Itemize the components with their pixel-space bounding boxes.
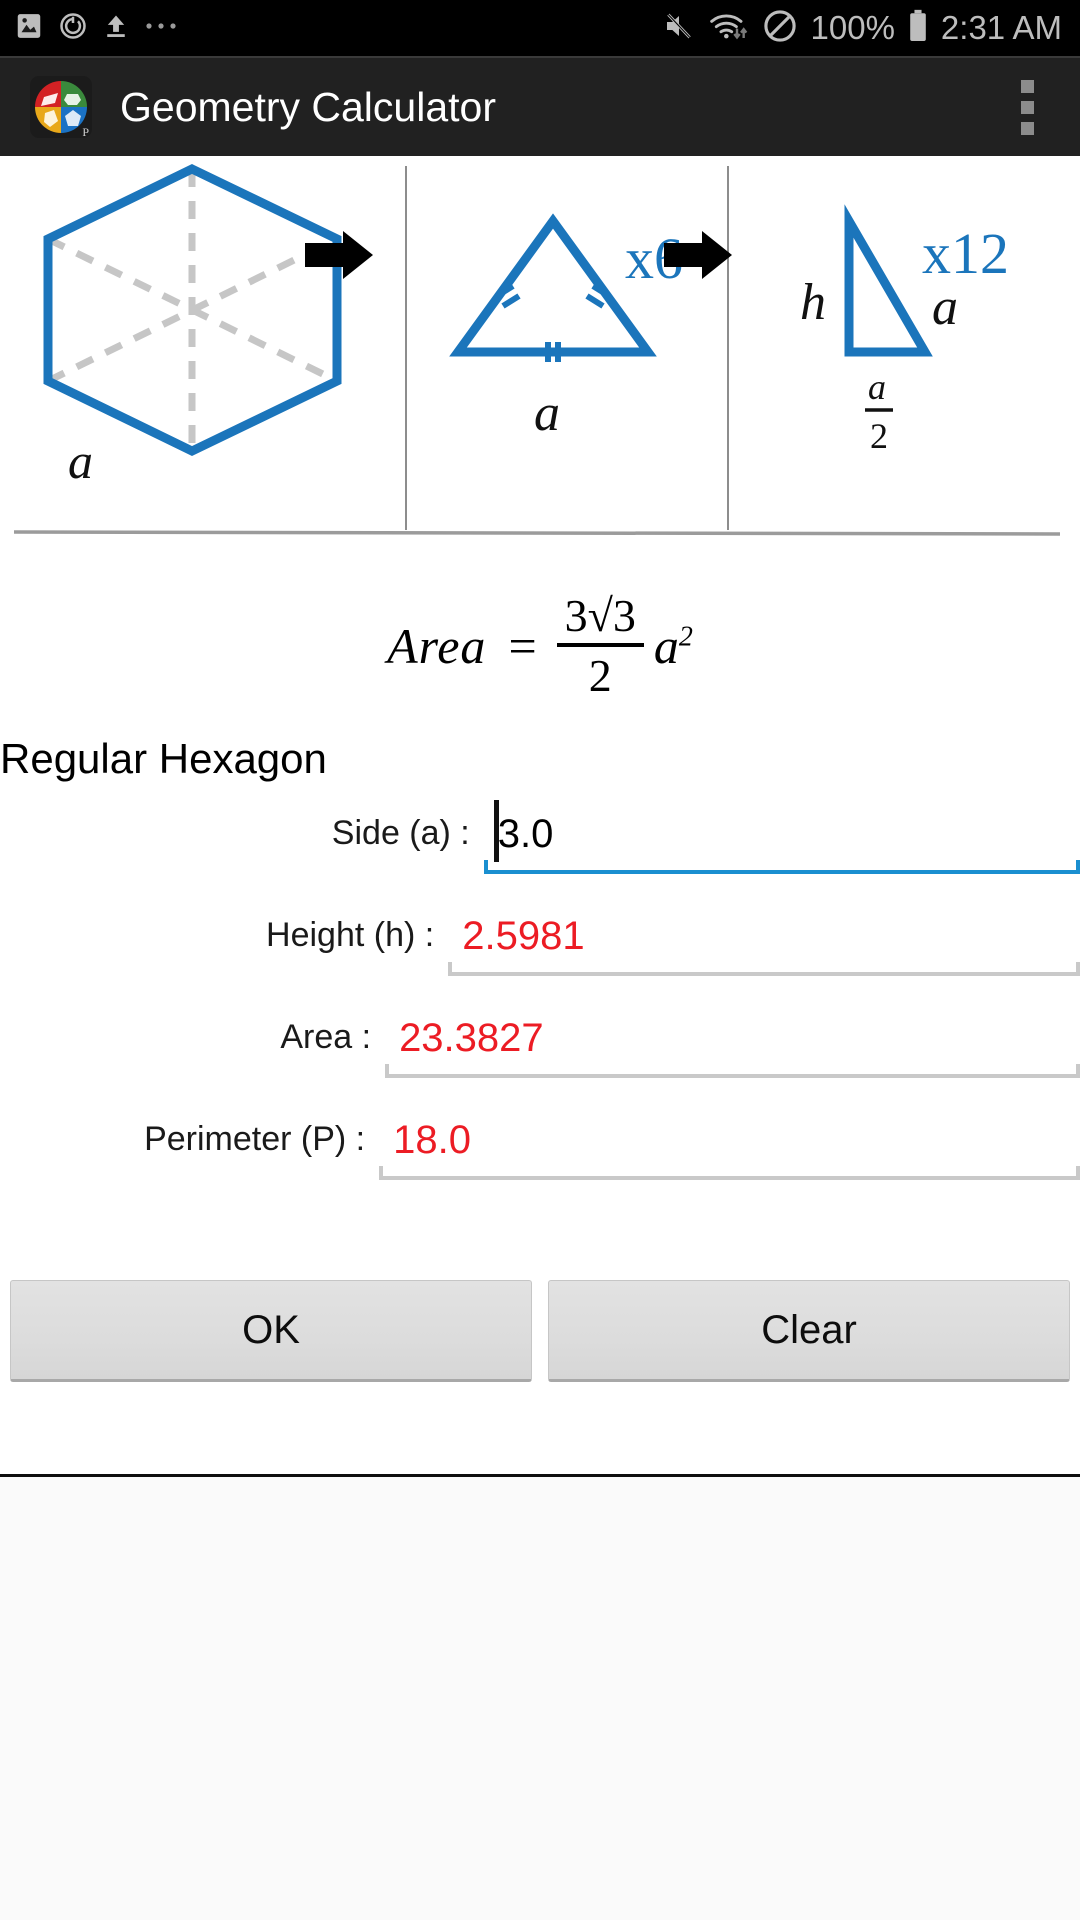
- formula-numerator: 3√3: [564, 590, 636, 641]
- action-buttons: OK Clear: [0, 1280, 1080, 1382]
- equilateral-triangle-shape: [449, 213, 657, 362]
- formula-equals: =: [508, 618, 537, 674]
- side-input-value: 3.0: [497, 812, 554, 856]
- input-underline: [385, 1064, 1080, 1078]
- area-output[interactable]: 23.3827: [385, 1004, 1080, 1078]
- clock-label: 2:31 AM: [940, 9, 1062, 46]
- area-formula: Area = 3√3 2 a2: [0, 586, 1080, 706]
- perimeter-field-label: Perimeter (P) :: [144, 1120, 366, 1158]
- upload-icon: [102, 11, 130, 46]
- app-screen: 100% 2:31 AM P Geometry Calculator a x6 …: [0, 0, 1080, 1920]
- shape-title: Regular Hexagon: [0, 735, 327, 782]
- height-field-label: Height (h) :: [266, 916, 435, 954]
- height-output-value: 2.5981: [462, 914, 585, 958]
- input-underline: [483, 860, 1080, 874]
- area-output-value: 23.3827: [399, 1016, 544, 1060]
- right-triangle-height-label: h: [800, 274, 826, 331]
- app-bar: P Geometry Calculator: [0, 56, 1080, 156]
- height-output[interactable]: 2.5981: [448, 902, 1080, 976]
- svg-text:a: a: [868, 367, 886, 407]
- svg-text:2: 2: [870, 416, 888, 456]
- formula-denominator: 2: [588, 650, 612, 701]
- field-row-perimeter: Perimeter (P) : 18.0: [0, 1106, 1080, 1208]
- bottom-empty-panel: [0, 1477, 1080, 1920]
- triangle-side-label: a: [534, 385, 560, 442]
- more-icon: [144, 19, 178, 37]
- status-bar: 100% 2:31 AM: [0, 0, 1080, 56]
- side-input[interactable]: 3.0: [483, 800, 1080, 874]
- right-triangle-multiplier-label: x12: [922, 221, 1009, 286]
- overflow-menu-icon[interactable]: [1000, 67, 1054, 147]
- clear-button[interactable]: Clear: [548, 1280, 1070, 1382]
- input-underline: [448, 962, 1080, 976]
- overflow-dot: [1020, 121, 1034, 135]
- right-triangle-hypotenuse-label: a: [932, 279, 958, 336]
- do-not-disturb-icon: [762, 8, 798, 49]
- wifi-icon: [709, 10, 749, 47]
- right-triangle-shape: [844, 204, 933, 357]
- right-triangle-base-fraction: a 2: [865, 367, 893, 456]
- formula-lhs: Area: [387, 618, 487, 674]
- image-icon: [14, 11, 44, 46]
- ok-button[interactable]: OK: [10, 1280, 532, 1382]
- mute-icon: [662, 10, 696, 47]
- page-title: Geometry Calculator: [120, 83, 496, 130]
- formula-fraction: 3√3 2: [556, 590, 644, 701]
- status-bar-left-icons: [14, 11, 178, 46]
- status-bar-right-icons: 100% 2:31 AM: [662, 8, 1062, 49]
- field-row-side: Side (a) : 3.0: [0, 800, 1080, 902]
- shape-derivation-diagram: a x6 a x12 h a a 2: [0, 156, 1080, 570]
- input-underline: [379, 1166, 1080, 1180]
- overflow-dot: [1020, 79, 1034, 93]
- field-row-area: Area : 23.3827: [0, 1004, 1080, 1106]
- overflow-dot: [1020, 100, 1034, 114]
- field-row-height: Height (h) : 2.5981: [0, 902, 1080, 1004]
- side-field-label: Side (a) :: [331, 814, 470, 852]
- hexagon-shape: [43, 163, 342, 457]
- text-caret: [493, 800, 499, 862]
- perimeter-output[interactable]: 18.0: [379, 1106, 1080, 1180]
- diagram-baseline: [13, 530, 1061, 536]
- formula-exponent: 2: [678, 621, 693, 653]
- formula-variable: a2: [653, 618, 693, 674]
- battery-full-icon: [908, 9, 928, 48]
- area-field-label: Area :: [280, 1018, 372, 1056]
- app-icon-p-badge: P: [82, 125, 89, 138]
- screen-record-icon: [58, 11, 88, 46]
- battery-percent-label: 100%: [810, 9, 895, 46]
- perimeter-output-value: 18.0: [393, 1118, 471, 1162]
- measurements-form: Side (a) : 3.0 Height (h) : 2.5981 Area …: [0, 800, 1080, 1208]
- hexagon-side-label: a: [68, 433, 93, 489]
- geometry-calculator-app-icon: P: [30, 76, 92, 138]
